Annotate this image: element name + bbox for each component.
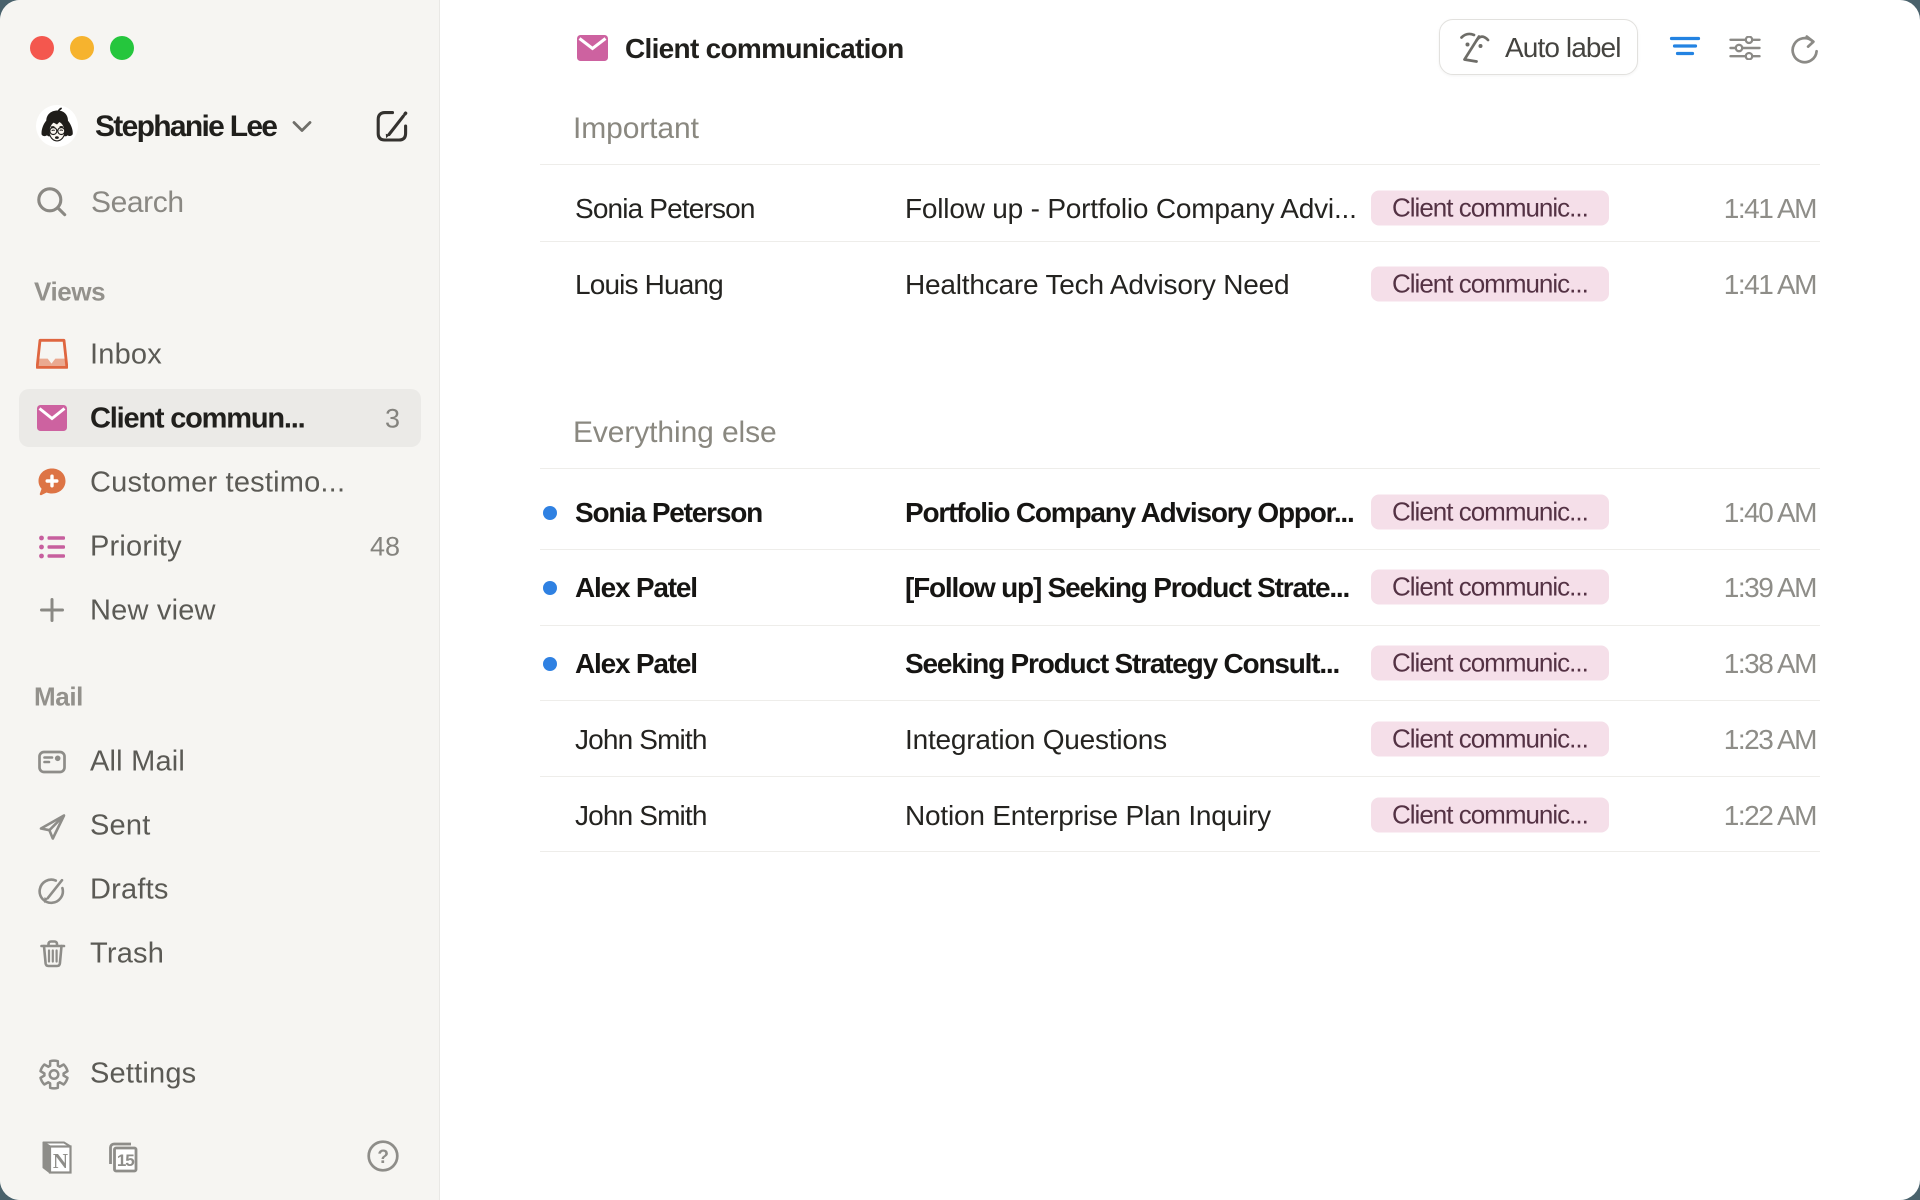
svg-text:N: N bbox=[53, 1149, 68, 1173]
svg-text:15: 15 bbox=[117, 1151, 134, 1170]
svg-text:?: ? bbox=[377, 1147, 389, 1168]
